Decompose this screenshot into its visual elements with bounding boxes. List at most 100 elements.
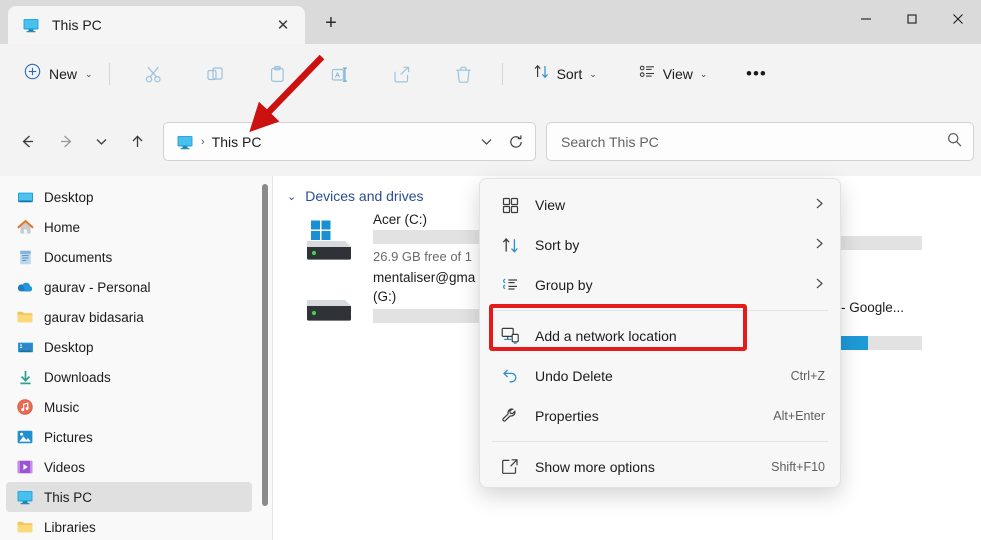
sidebar-item-pictures[interactable]: Pictures <box>6 422 252 452</box>
menu-item-group-by[interactable]: Group by <box>485 265 835 305</box>
address-bar[interactable]: › This PC <box>163 122 536 161</box>
more-options-button[interactable]: ••• <box>737 57 775 91</box>
menu-item-label: View <box>535 197 566 213</box>
plus-circle-icon <box>24 63 41 85</box>
sort-button[interactable]: Sort ⌄ <box>523 57 607 91</box>
minimize-icon[interactable] <box>843 0 889 38</box>
sidebar-item-gaurav-bidasaria[interactable]: gaurav bidasaria <box>6 302 252 332</box>
sidebar-item-videos[interactable]: Videos <box>6 452 252 482</box>
chevron-down-icon[interactable]: ⌄ <box>287 190 296 203</box>
drive-name: mentaliser@gma <box>373 270 476 285</box>
chevron-right-icon <box>814 237 825 253</box>
desktop-icon <box>16 188 34 206</box>
menu-item-label: Add a network location <box>535 328 677 344</box>
share-icon[interactable] <box>382 57 422 91</box>
sidebar-scrollbar-thumb[interactable] <box>262 184 268 506</box>
network-location-icon <box>499 325 521 347</box>
menu-item-view[interactable]: View <box>485 185 835 225</box>
view-icon <box>499 194 521 216</box>
sidebar-item-documents[interactable]: Documents <box>6 242 252 272</box>
new-button-label: New <box>49 66 78 82</box>
sidebar-item-label: Desktop <box>44 339 94 355</box>
menu-item-sort-by[interactable]: Sort by <box>485 225 835 265</box>
more-options-icon <box>499 456 521 478</box>
sidebar-item-label: Desktop <box>44 189 94 205</box>
sidebar-item-desktop[interactable]: Desktop <box>6 182 252 212</box>
sidebar-item-downloads[interactable]: Downloads <box>6 362 252 392</box>
menu-item-label: Undo Delete <box>535 368 613 384</box>
sidebar-item-home[interactable]: Home <box>6 212 252 242</box>
menu-item-properties[interactable]: Properties Alt+Enter <box>485 396 835 436</box>
search-input[interactable]: Search This PC <box>561 134 946 150</box>
sidebar-item-desktop-2[interactable]: Desktop <box>6 332 252 362</box>
sidebar-item-gaurav-personal[interactable]: gaurav - Personal <box>6 272 252 302</box>
menu-item-label: Sort by <box>535 237 580 253</box>
file-explorer-window: This PC ✕ + New ⌄ A Sort ⌄ View ⌄ ••• › … <box>0 0 981 540</box>
sidebar-item-label: Music <box>44 399 80 415</box>
breadcrumb-separator: › <box>201 135 205 148</box>
sidebar-item-label: Documents <box>44 249 113 265</box>
drive-name: Acer (C:) <box>373 212 427 227</box>
sidebar-item-label: Home <box>44 219 81 235</box>
menu-item-accelerator: Shift+F10 <box>771 460 825 474</box>
copy-icon[interactable] <box>196 57 236 91</box>
svg-text:A: A <box>335 70 340 79</box>
forward-button[interactable] <box>51 126 81 156</box>
sidebar-item-label: Libraries <box>44 519 96 535</box>
cut-icon[interactable] <box>134 57 174 91</box>
menu-item-label: Group by <box>535 277 593 293</box>
search-box[interactable]: Search This PC <box>546 122 974 161</box>
drive-free-space: 26.9 GB free of 1 <box>373 249 473 264</box>
menu-item-label: Properties <box>535 408 599 424</box>
sidebar-item-this-pc[interactable]: This PC <box>6 482 252 512</box>
recent-locations-button[interactable] <box>86 126 116 156</box>
menu-item-add-a-network-location[interactable]: Add a network location <box>485 316 835 356</box>
pictures-icon <box>16 428 34 446</box>
breadcrumb-this-pc[interactable]: This PC <box>212 134 471 150</box>
sidebar-item-label: Downloads <box>44 369 111 385</box>
drive-name-line2: (G:) <box>373 289 397 304</box>
home-icon <box>16 218 34 236</box>
close-icon[interactable] <box>935 0 981 38</box>
window-controls <box>843 0 981 38</box>
up-button[interactable] <box>122 126 152 156</box>
sidebar-item-label: This PC <box>44 489 93 505</box>
search-icon[interactable] <box>946 131 963 153</box>
title-bar: This PC ✕ + <box>0 0 981 44</box>
close-tab-icon[interactable]: ✕ <box>269 11 297 39</box>
properties-icon <box>499 405 521 427</box>
desktop-icon <box>16 338 34 356</box>
chevron-down-icon: ⌄ <box>699 68 708 79</box>
refresh-icon[interactable] <box>501 127 531 157</box>
new-button[interactable]: New ⌄ <box>14 57 103 91</box>
videos-icon <box>16 458 34 476</box>
view-button-label: View <box>662 66 693 82</box>
drive-name: - Google... <box>841 300 905 315</box>
menu-item-show-more-options[interactable]: Show more options Shift+F10 <box>485 447 835 487</box>
back-button[interactable] <box>12 126 42 156</box>
sidebar-item-libraries[interactable]: Libraries <box>6 512 252 540</box>
tab-this-pc[interactable]: This PC ✕ <box>8 6 305 44</box>
sort-icon <box>533 63 550 85</box>
new-tab-button[interactable]: + <box>313 8 349 38</box>
command-bar: New ⌄ A Sort ⌄ View ⌄ ••• <box>0 44 981 104</box>
windows-drive-icon <box>301 220 357 262</box>
delete-icon[interactable] <box>444 57 484 91</box>
chevron-down-icon: ⌄ <box>589 68 597 79</box>
drive-capacity-bar <box>841 336 922 350</box>
sidebar-scrollbar[interactable] <box>258 176 272 540</box>
navigation-pane: Desktop Home Documents gaurav - Personal… <box>0 176 258 540</box>
sidebar-item-music[interactable]: Music <box>6 392 252 422</box>
menu-item-undo-delete[interactable]: Undo Delete Ctrl+Z <box>485 356 835 396</box>
this-pc-icon <box>22 16 40 34</box>
undo-icon <box>499 365 521 387</box>
menu-separator <box>492 441 828 442</box>
sidebar-item-label: Pictures <box>44 429 93 445</box>
view-button[interactable]: View ⌄ <box>629 57 718 91</box>
maximize-icon[interactable] <box>889 0 935 38</box>
menu-item-accelerator: Ctrl+Z <box>790 369 825 383</box>
address-dropdown-icon[interactable] <box>471 127 501 157</box>
tab-label: This PC <box>52 17 102 33</box>
paste-icon[interactable] <box>258 57 298 91</box>
rename-icon[interactable]: A <box>320 57 360 91</box>
